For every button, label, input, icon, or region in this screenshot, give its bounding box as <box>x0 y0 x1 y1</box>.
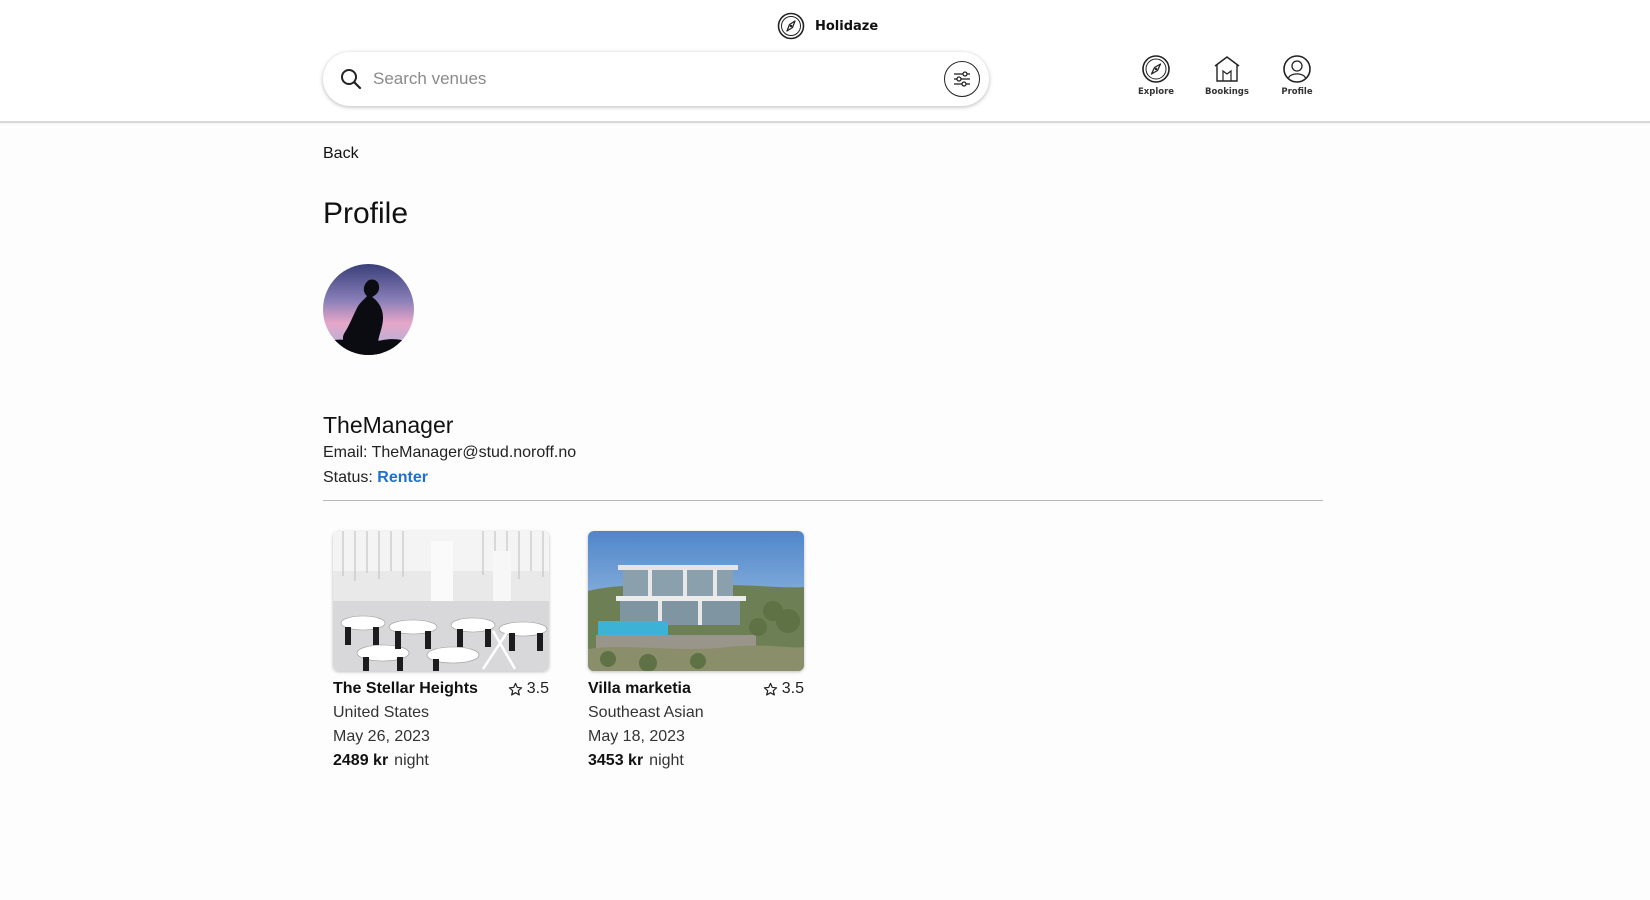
user-icon <box>1283 55 1311 83</box>
back-link[interactable]: Back <box>323 145 359 163</box>
banquet-hall-image <box>333 531 549 671</box>
sliders-icon <box>954 71 970 87</box>
venue-location: Southeast Asian <box>588 704 704 721</box>
venue-card[interactable]: Villa marketia 3.5 Southeast Asian May 1… <box>588 531 804 770</box>
venue-date: May 26, 2023 <box>333 728 430 745</box>
email-label: Email: <box>323 444 368 461</box>
search-icon[interactable] <box>339 67 363 91</box>
house-icon <box>1214 56 1240 82</box>
profile-email: Email: TheManager@stud.noroff.no <box>323 444 576 462</box>
profile-name: TheManager <box>323 412 454 438</box>
venue-rating: 3.5 <box>763 680 804 698</box>
page-title: Profile <box>323 197 409 230</box>
venue-rating-value: 3.5 <box>526 680 549 697</box>
venue-price-value: 2489 kr <box>333 752 389 769</box>
profile-status: Status: Renter <box>323 469 428 487</box>
status-label: Status: <box>323 469 373 486</box>
venue-image[interactable] <box>333 531 549 671</box>
venue-price-value: 3453 kr <box>588 752 644 769</box>
venue-name[interactable]: Villa marketia <box>588 680 691 698</box>
star-icon <box>508 682 522 696</box>
divider <box>323 500 1323 501</box>
email-value: TheManager@stud.noroff.no <box>371 444 577 461</box>
nav-bookings[interactable]: Bookings <box>1197 54 1257 97</box>
nav-profile-label: Profile <box>1281 87 1313 97</box>
venue-price: 3453 kr night <box>588 752 804 770</box>
search-input[interactable] <box>373 62 903 96</box>
top-header: Holidaze Explore <box>0 0 1650 123</box>
compass-logo-icon <box>777 12 805 40</box>
compass-icon <box>1142 55 1170 83</box>
venue-price: 2489 kr night <box>333 752 549 770</box>
brand[interactable]: Holidaze <box>777 12 878 40</box>
nav-explore-label: Explore <box>1137 87 1175 97</box>
venue-rating: 3.5 <box>508 680 549 698</box>
venue-name[interactable]: The Stellar Heights <box>333 680 478 698</box>
avatar <box>323 264 414 355</box>
venue-image[interactable] <box>588 531 804 671</box>
star-icon <box>763 682 777 696</box>
nav-explore[interactable]: Explore <box>1126 54 1186 97</box>
filter-button[interactable] <box>944 61 980 97</box>
search-bar <box>323 52 989 106</box>
venue-price-unit: night <box>649 752 684 769</box>
avatar-image <box>323 264 414 355</box>
venue-location: United States <box>333 704 430 721</box>
nav-bookings-label: Bookings <box>1205 87 1249 97</box>
villa-image <box>588 531 804 671</box>
venue-price-unit: night <box>394 752 429 769</box>
nav-profile[interactable]: Profile <box>1267 54 1327 97</box>
venue-rating-value: 3.5 <box>781 680 804 697</box>
status-value: Renter <box>377 469 428 486</box>
venue-card[interactable]: The Stellar Heights 3.5 United States Ma… <box>333 531 549 770</box>
venue-date: May 18, 2023 <box>588 728 685 745</box>
brand-name: Holidaze <box>815 18 879 34</box>
